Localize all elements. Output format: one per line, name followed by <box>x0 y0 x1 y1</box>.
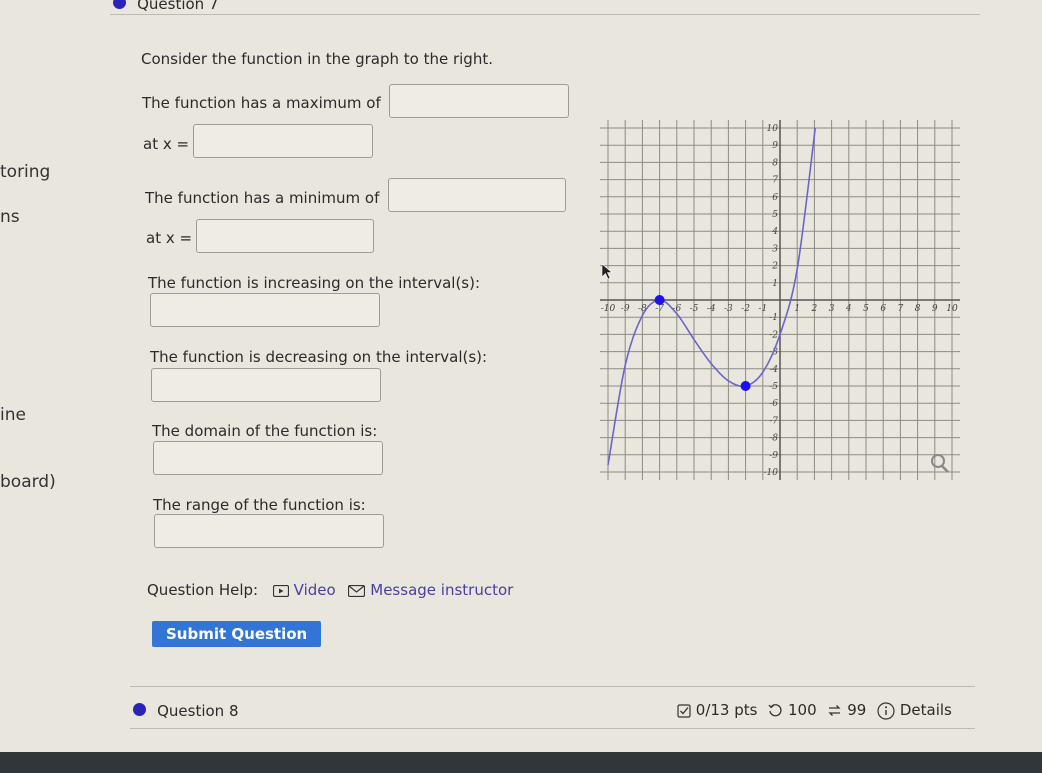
y-tick-label: -4 <box>769 365 778 375</box>
x-tick-label: 10 <box>946 304 958 314</box>
y-tick-label: 9 <box>772 141 778 151</box>
checkbox-icon <box>677 703 691 718</box>
y-tick-label: -8 <box>769 434 778 444</box>
y-tick-label: 1 <box>772 279 778 289</box>
local-minimum-point <box>740 381 751 391</box>
y-tick-label: -6 <box>769 399 778 409</box>
y-tick-label: 2 <box>771 262 778 272</box>
y-tick-label: 6 <box>772 193 778 203</box>
x-tick-label: -4 <box>707 304 716 314</box>
x-tick-label: -2 <box>741 304 750 314</box>
video-icon <box>272 584 289 597</box>
max-at-label: at x = <box>143 135 190 153</box>
y-tick-label: -10 <box>764 468 779 478</box>
y-tick-label: -5 <box>769 382 778 392</box>
sidebar-item-factoring[interactable]: toring <box>0 162 50 182</box>
x-tick-label: 7 <box>898 304 904 314</box>
x-tick-label: 2 <box>811 304 818 314</box>
x-tick-label: 9 <box>932 304 938 314</box>
domain-label: The domain of the function is: <box>152 422 378 440</box>
x-tick-label: -5 <box>690 304 699 314</box>
video-link-label[interactable]: Video <box>294 581 336 599</box>
graph-axes <box>600 120 960 480</box>
sidebar-item-systems[interactable]: ns <box>0 207 20 227</box>
y-tick-label: 3 <box>772 244 778 254</box>
divider-top <box>130 686 975 687</box>
max-value-input[interactable] <box>389 84 569 118</box>
x-tick-label: 8 <box>915 304 921 314</box>
question-prompt: Consider the function in the graph to th… <box>141 50 493 68</box>
x-tick-label: -7 <box>655 304 664 314</box>
y-tick-label: 7 <box>772 176 778 186</box>
x-tick-label: 5 <box>863 304 869 314</box>
question-status-dot <box>113 0 126 9</box>
range-label: The range of the function is: <box>153 496 366 514</box>
increasing-input[interactable] <box>150 293 380 327</box>
question-help: Question Help: Video Message instructor <box>147 581 513 599</box>
attempts-value: 99 <box>847 701 867 719</box>
max-x-input[interactable] <box>193 124 373 158</box>
sidebar-item-line[interactable]: ine <box>0 405 26 425</box>
min-value-input[interactable] <box>388 178 566 212</box>
header-divider <box>110 14 980 15</box>
decreasing-input[interactable] <box>151 368 381 402</box>
next-question-label[interactable]: Question 8 <box>157 702 238 720</box>
x-tick-label: -1 <box>758 304 767 314</box>
function-graph[interactable]: -10 -9 -8 -7 -6 -5 -4 -3 -2 -1 1 2 3 4 5 6 7 8 9 10-10-9-8-… <box>600 120 960 480</box>
screen-bezel <box>0 752 1042 773</box>
details-link[interactable]: Details <box>877 701 952 720</box>
mail-icon <box>348 584 366 597</box>
x-tick-label: -10 <box>601 304 616 314</box>
details-label[interactable]: Details <box>900 701 952 719</box>
decreasing-label: The function is decreasing on the interv… <box>150 348 488 366</box>
video-link[interactable]: Video <box>272 581 341 599</box>
y-tick-label: 10 <box>767 124 779 134</box>
increasing-label: The function is increasing on the interv… <box>148 274 481 292</box>
message-instructor-link[interactable]: Message instructor <box>348 581 513 599</box>
attempts-icon <box>828 705 842 716</box>
y-tick-label: -9 <box>769 451 778 461</box>
range-input[interactable] <box>154 514 384 548</box>
prev-question-header: Question 7 <box>113 0 219 13</box>
y-tick-label: 4 <box>771 227 778 237</box>
y-tick-label: -7 <box>769 416 778 426</box>
divider-bottom <box>130 728 975 729</box>
y-tick-label: 5 <box>772 210 778 220</box>
min-at-label: at x = <box>146 229 193 247</box>
mouse-cursor-icon <box>602 264 613 280</box>
retries-value: 100 <box>788 701 817 719</box>
message-instructor-label[interactable]: Message instructor <box>370 581 513 599</box>
y-tick-label: -2 <box>769 330 778 340</box>
question-help-label: Question Help: <box>147 581 259 599</box>
info-icon <box>877 701 895 720</box>
y-tick-label: 8 <box>772 158 778 168</box>
x-tick-label: 4 <box>845 304 852 314</box>
x-tick-label: -6 <box>672 304 681 314</box>
next-question-row[interactable]: Question 8 <box>133 701 239 720</box>
min-x-input[interactable] <box>196 219 374 253</box>
x-tick-label: -3 <box>724 304 733 314</box>
question-status-dot <box>133 703 146 716</box>
min-label: The function has a minimum of <box>145 189 380 207</box>
y-tick-label: -1 <box>769 313 778 323</box>
marked-points <box>654 295 751 391</box>
x-tick-label: 6 <box>880 304 886 314</box>
x-tick-label: 1 <box>794 304 800 314</box>
local-maximum-point <box>654 295 665 305</box>
question-meta: 0/13 pts 100 99 Details <box>677 701 952 720</box>
x-tick-label: -9 <box>621 304 630 314</box>
x-tick-label: 3 <box>829 304 835 314</box>
domain-input[interactable] <box>153 441 383 475</box>
max-label: The function has a maximum of <box>142 94 381 112</box>
submit-question-button[interactable]: Submit Question <box>152 621 322 647</box>
points-value: 0/13 pts <box>695 701 758 719</box>
prev-question-label: Question 7 <box>137 0 219 13</box>
retry-icon <box>768 704 782 717</box>
sidebar-item-board[interactable]: board) <box>0 472 56 492</box>
